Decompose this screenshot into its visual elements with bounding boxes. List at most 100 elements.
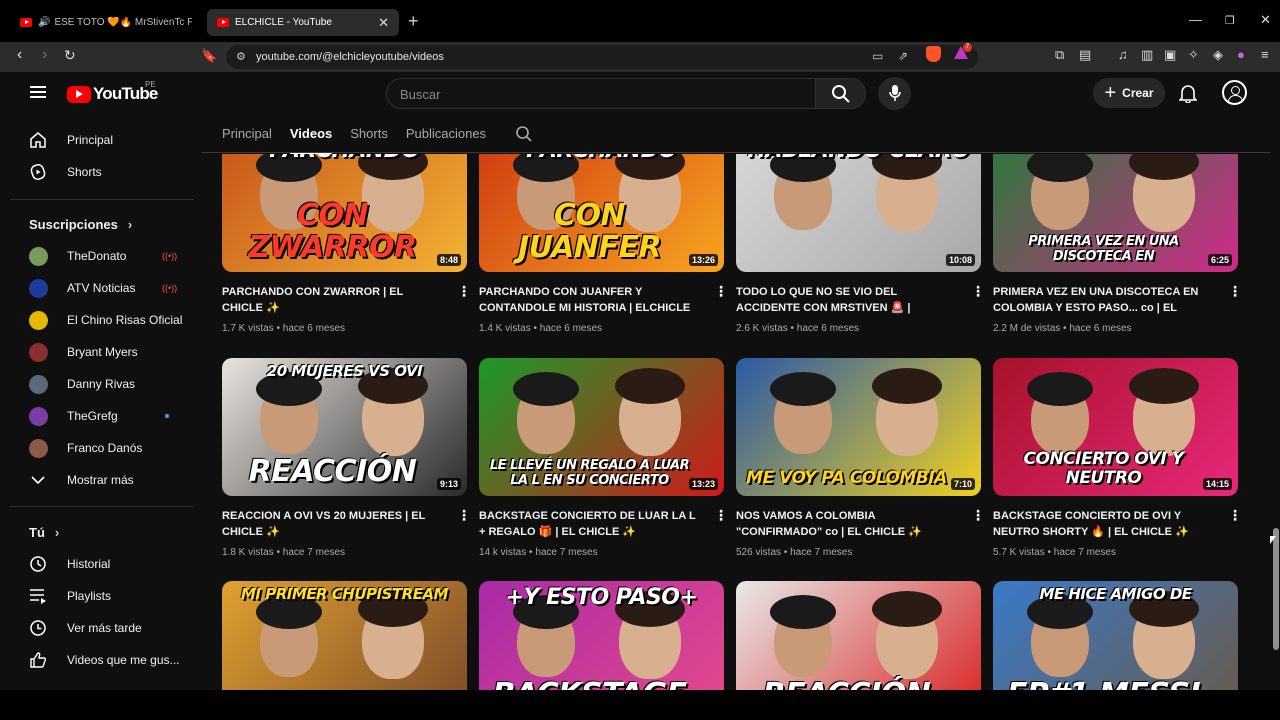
video-card[interactable]: MI PRIMER CHUPISTREAM: [222, 581, 467, 690]
browser-tab-1[interactable]: 🔊 ESE TOTO 🧡🔥 MrStivenTc Ft Epi: [10, 9, 202, 36]
site-info-icon[interactable]: ⚙: [236, 50, 246, 63]
video-thumbnail[interactable]: PRIMERA VEZ EN UNA DISCOTECA EN 6:25: [993, 154, 1238, 272]
more-options-icon[interactable]: ⋮: [714, 284, 728, 298]
channel-search-icon[interactable]: [515, 125, 533, 143]
youtube-logo[interactable]: YouTube PE: [67, 80, 158, 104]
notifications-bell-icon[interactable]: [1179, 83, 1197, 103]
browser-tab-2[interactable]: ELCHICLE - YouTube ✕: [207, 9, 399, 36]
video-title[interactable]: NOS VAMOS A COLOMBIA "CONFIRMADO" co | E…: [736, 508, 954, 540]
video-thumbnail[interactable]: LE LLEVÉ UN REGALO A LUAR LA L EN SU CON…: [479, 358, 724, 496]
video-card[interactable]: LE LLEVÉ UN REGALO A LUAR LA L EN SU CON…: [479, 358, 728, 558]
vpn-icon[interactable]: ◈: [1213, 47, 1223, 63]
back-button[interactable]: ‹: [17, 46, 22, 64]
video-title[interactable]: BACKSTAGE CONCIERTO DE LUAR LA L + REGAL…: [479, 508, 697, 540]
create-button[interactable]: + Crear: [1093, 78, 1165, 108]
sidebar-item-subscription[interactable]: El Chino Risas Oficial: [28, 310, 188, 330]
video-card[interactable]: PARCHANDOCON ZWARROR8:48 PARCHANDO CON ZW…: [222, 154, 471, 334]
sidebar-toggle-icon[interactable]: ▥: [1141, 47, 1153, 63]
sidebar-item-shorts[interactable]: Shorts: [28, 162, 188, 182]
video-title[interactable]: PRIMERA VEZ EN UNA DISCOTECA EN COLOMBIA…: [993, 284, 1211, 316]
video-card[interactable]: 20 MUJERES VS OVI REACCIÓN 9:13 REACCION A …: [222, 358, 471, 558]
video-card[interactable]: REACCIÓN: [736, 581, 981, 690]
video-card[interactable]: PRIMERA VEZ EN UNA DISCOTECA EN 6:25 PRIME…: [993, 154, 1242, 334]
share-icon[interactable]: ⇗: [898, 49, 908, 63]
video-thumbnail[interactable]: REACCIÓN: [736, 581, 981, 690]
video-thumbnail[interactable]: ME HICE AMIGO DE EP#1 MESSI: [993, 581, 1238, 690]
video-card[interactable]: HABLANDO CLARO 10:08 TODO LO QUE NO SE VIO…: [736, 154, 985, 334]
video-card[interactable]: +Y ESTO PASO+ BACKSTAGE: [479, 581, 724, 690]
show-more-button[interactable]: Mostrar más: [28, 470, 188, 490]
sidebar-item-principal[interactable]: Principal: [28, 130, 188, 150]
reader-mode-icon[interactable]: ▤: [1079, 47, 1091, 63]
video-title[interactable]: REACCION A OVI VS 20 MUJERES | EL CHICLE…: [222, 508, 440, 540]
sidebar-item-playlists[interactable]: Playlists: [28, 586, 188, 606]
video-thumbnail[interactable]: 20 MUJERES VS OVI REACCIÓN 9:13: [222, 358, 467, 496]
duration-badge: 14:15: [1202, 478, 1232, 490]
video-thumbnail[interactable]: PARCHANDO CON ZWARROR 8:48: [222, 154, 467, 272]
sidebar-item-watch-later[interactable]: Ver más tarde: [28, 618, 188, 638]
cast-icon[interactable]: ▭: [872, 49, 883, 63]
create-label: Crear: [1122, 86, 1154, 100]
reload-button[interactable]: ↻: [64, 47, 76, 64]
video-card[interactable]: ME HICE AMIGO DE EP#1 MESSI: [993, 581, 1238, 690]
brave-shield-icon[interactable]: [926, 46, 941, 62]
search-button[interactable]: [815, 78, 866, 109]
minimize-button[interactable]: —: [1189, 12, 1202, 27]
hamburger-menu-icon[interactable]: [30, 86, 46, 98]
brave-rewards-icon[interactable]: 7: [954, 43, 972, 61]
video-card[interactable]: CONCIERTO OVI Y NEUTRO 14:15 BACKSTAGE CON…: [993, 358, 1242, 558]
tab-principal[interactable]: Principal: [222, 126, 272, 154]
more-options-icon[interactable]: ⋮: [971, 508, 985, 522]
forward-button[interactable]: ›: [42, 46, 47, 64]
sidebar-item-subscription[interactable]: Danny Rivas: [28, 374, 188, 394]
window-close-button[interactable]: ✕: [1260, 12, 1271, 28]
more-options-icon[interactable]: ⋮: [1228, 284, 1242, 298]
video-title[interactable]: PARCHANDO CON JUANFER Y CONTANDOLE MI HI…: [479, 284, 697, 316]
video-thumbnail[interactable]: CONCIERTO OVI Y NEUTRO 14:15: [993, 358, 1238, 496]
video-title[interactable]: BACKSTAGE CONCIERTO DE OVI Y NEUTRO SHOR…: [993, 508, 1211, 540]
sidebar-item-subscription[interactable]: TheGrefg: [28, 406, 188, 426]
close-tab-icon[interactable]: ✕: [378, 15, 389, 31]
tab-publicaciones[interactable]: Publicaciones: [406, 126, 486, 154]
speaker-icon[interactable]: 🔊: [38, 17, 50, 28]
video-card[interactable]: PARCHANDOCON JUANFER13:26 PARCHANDO CON J…: [479, 154, 728, 334]
video-thumbnail[interactable]: HABLANDO CLARO 10:08: [736, 154, 981, 272]
restore-button[interactable]: ❐: [1225, 14, 1235, 27]
subscriptions-heading[interactable]: Suscripciones ›: [29, 217, 132, 232]
more-options-icon[interactable]: ⋮: [457, 284, 471, 298]
video-title[interactable]: PARCHANDO CON ZWARROR | EL CHICLE ✨: [222, 284, 440, 316]
video-thumbnail[interactable]: MI PRIMER CHUPISTREAM: [222, 581, 467, 690]
more-options-icon[interactable]: ⋮: [457, 508, 471, 522]
bookmark-icon[interactable]: 🔖: [201, 48, 217, 64]
video-meta: 526 vistas • hace 7 meses: [736, 547, 852, 558]
search-input[interactable]: Buscar: [386, 78, 816, 109]
search-icon: [832, 85, 850, 103]
url-field[interactable]: ⚙ youtube.com/@elchicleyoutube/videos ▭ …: [226, 45, 978, 69]
menu-icon[interactable]: ≡: [1261, 47, 1269, 62]
tab-shorts[interactable]: Shorts: [350, 126, 388, 154]
leo-ai-icon[interactable]: ✧: [1188, 47, 1199, 63]
video-thumbnail[interactable]: ME VOY PA COLOMBIA 7:10: [736, 358, 981, 496]
account-avatar[interactable]: [1222, 80, 1247, 105]
more-options-icon[interactable]: ⋮: [714, 508, 728, 522]
new-tab-button[interactable]: +: [408, 11, 419, 32]
sidebar-item-subscription[interactable]: Franco Danós: [28, 438, 188, 458]
more-options-icon[interactable]: ⋮: [971, 284, 985, 298]
video-thumbnail[interactable]: +Y ESTO PASO+ BACKSTAGE: [479, 581, 724, 690]
extensions-icon[interactable]: ⧉: [1055, 47, 1064, 63]
profile-icon[interactable]: ●: [1237, 47, 1245, 62]
sidebar-item-historial[interactable]: Historial: [28, 554, 188, 574]
scrollbar-thumb[interactable]: [1273, 528, 1279, 650]
more-options-icon[interactable]: ⋮: [1228, 508, 1242, 522]
you-heading[interactable]: Tú ›: [29, 525, 59, 540]
video-thumbnail[interactable]: PARCHANDO CON JUANFER 13:26: [479, 154, 724, 272]
thumbnail-caption-top: PARCHANDO: [479, 154, 724, 163]
video-card[interactable]: ME VOY PA COLOMBIA 7:10 NOS VAMOS A COLOMB…: [736, 358, 985, 558]
voice-search-button[interactable]: [878, 77, 911, 110]
music-icon[interactable]: ♫: [1118, 47, 1128, 62]
video-title[interactable]: TODO LO QUE NO SE VIO DEL ACCIDENTE CON …: [736, 284, 954, 316]
sidebar-item-liked-videos[interactable]: Videos que me gus...: [28, 650, 188, 670]
tab-videos[interactable]: Videos: [289, 126, 333, 154]
wallet-icon[interactable]: ▣: [1164, 47, 1176, 63]
sidebar-item-subscription[interactable]: Bryant Myers: [28, 342, 188, 362]
